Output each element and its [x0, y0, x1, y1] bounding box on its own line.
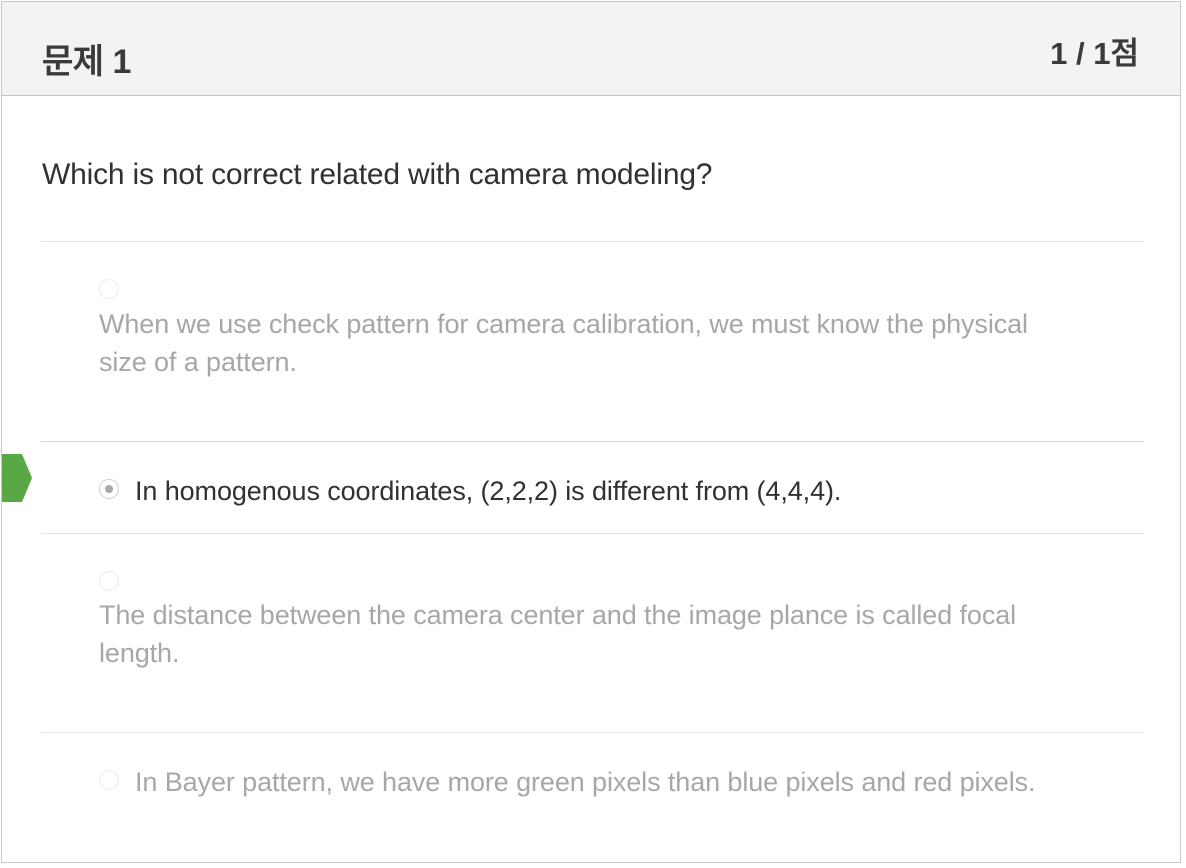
- option-1-line-2: size of a pattern.: [99, 347, 297, 377]
- question-text: Which is not correct related with camera…: [42, 158, 713, 191]
- question-header: 문제 1 1 / 1점: [2, 2, 1180, 96]
- option-3-line-2: length.: [99, 638, 180, 668]
- radio-button-icon[interactable]: [99, 279, 119, 299]
- radio-button-icon[interactable]: [99, 770, 119, 790]
- option-3-text: The distance between the camera center a…: [99, 596, 1016, 672]
- question-score: 1 / 1점: [1050, 36, 1139, 71]
- divider: [41, 732, 1144, 733]
- option-1-text: When we use check pattern for camera cal…: [99, 305, 1028, 381]
- option-2-text: In homogenous coordinates, (2,2,2) is di…: [135, 476, 842, 506]
- radio-button-icon[interactable]: [99, 571, 119, 591]
- question-title: 문제 1: [42, 43, 131, 81]
- option-1-line-1: When we use check pattern for camera cal…: [99, 309, 1028, 339]
- question-card: 문제 1 1 / 1점 Which is not correct related…: [1, 1, 1181, 863]
- option-4-text: In Bayer pattern, we have more green pix…: [135, 767, 1036, 797]
- divider: [41, 241, 1144, 242]
- radio-button-selected-icon[interactable]: [99, 479, 119, 499]
- divider: [41, 441, 1144, 442]
- divider: [41, 533, 1144, 534]
- option-3-line-1: The distance between the camera center a…: [99, 600, 1017, 630]
- correct-answer-marker-icon: [2, 454, 32, 502]
